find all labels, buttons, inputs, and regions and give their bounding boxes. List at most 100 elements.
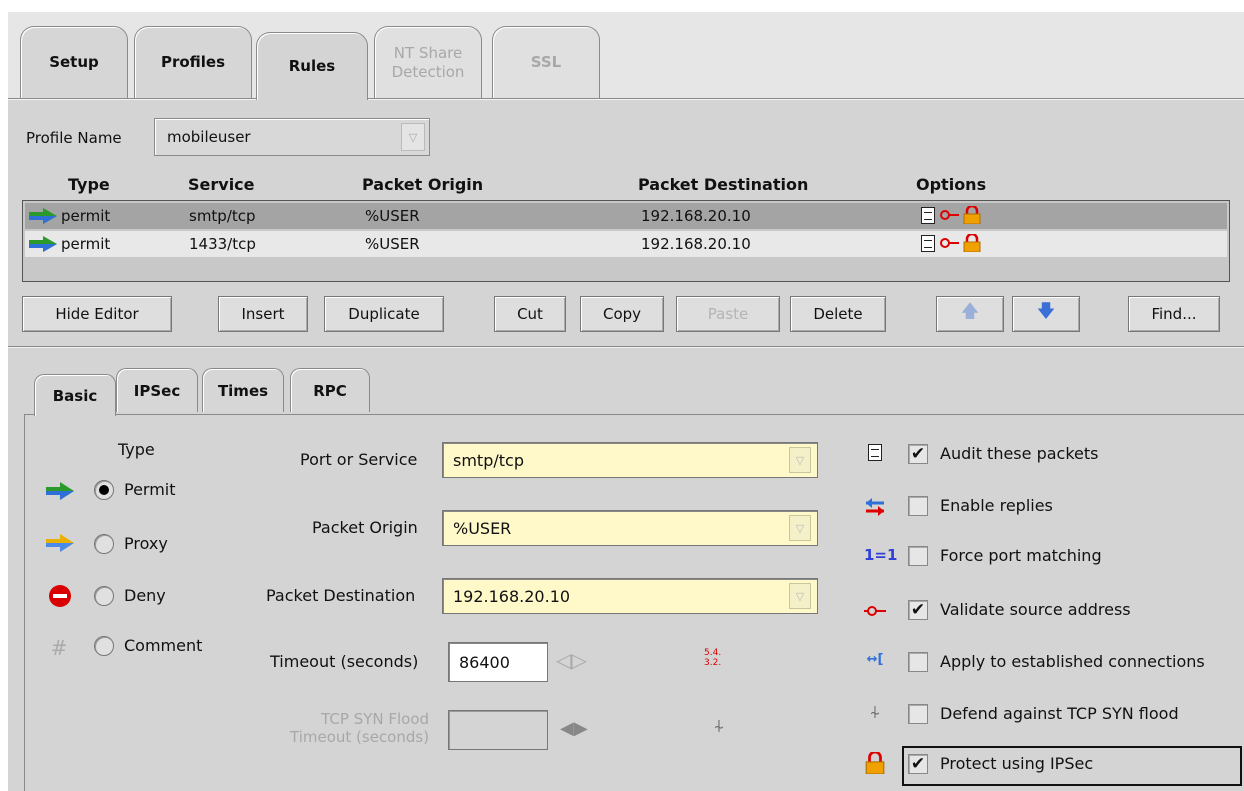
tab-label: Profiles <box>160 53 226 71</box>
permit-arrow-icon <box>29 208 57 224</box>
tab-setup[interactable]: Setup <box>20 26 128 98</box>
validate-source-checkbox[interactable]: ✔ <box>908 600 928 620</box>
arrow-down-icon: 🡇 <box>1036 301 1056 322</box>
packet-origin-input[interactable]: %USER ▽ <box>442 510 818 546</box>
paste-button[interactable]: Paste <box>676 296 780 332</box>
chevron-down-icon[interactable]: ▽ <box>401 123 425 151</box>
cell-options <box>921 234 981 252</box>
port-match-icon: 1=1 <box>864 546 898 564</box>
validate-pin-icon <box>864 606 886 616</box>
table-row[interactable]: permit smtp/tcp %USER 192.168.20.10 <box>25 203 1227 229</box>
packet-destination-input[interactable]: 192.168.20.10 ▽ <box>442 578 818 614</box>
tab-nt-share-detection[interactable]: NT Share Detection <box>374 26 482 98</box>
profile-name-value: mobileuser <box>167 128 251 146</box>
force-port-matching-label: Force port matching <box>940 546 1102 565</box>
column-header-type[interactable]: Type <box>68 175 110 194</box>
editor-divider <box>8 346 1244 348</box>
tab-label-line2: Detection <box>391 62 465 81</box>
deny-icon <box>49 585 71 607</box>
cell-service: 1433/tcp <box>189 235 256 253</box>
cell-type: permit <box>61 207 111 225</box>
syn-timeout-input[interactable] <box>448 710 548 750</box>
packet-origin-value: %USER <box>453 518 512 538</box>
tab-label: Setup <box>49 53 99 71</box>
packet-destination-value: 192.168.20.10 <box>453 586 571 606</box>
syn-timeout-stepper[interactable]: ◀▶ <box>560 718 588 739</box>
bidirectional-arrows-icon <box>866 498 884 516</box>
defend-syn-flood-checkbox[interactable] <box>908 704 928 724</box>
apply-established-checkbox[interactable] <box>908 652 928 672</box>
validate-pin-icon <box>940 210 959 220</box>
move-down-button[interactable]: 🡇 <box>1012 296 1080 332</box>
delete-button[interactable]: Delete <box>790 296 886 332</box>
packet-origin-label: Packet Origin <box>312 518 418 537</box>
comment-hash-icon: # <box>50 636 68 660</box>
tab-rules[interactable]: Rules <box>256 32 368 100</box>
protect-ipsec-label: Protect using IPSec <box>940 754 1094 773</box>
packet-destination-label: Packet Destination <box>266 586 416 605</box>
rules-table: permit smtp/tcp %USER 192.168.20.10 perm… <box>22 200 1230 282</box>
document-icon <box>921 234 935 252</box>
tab-profiles[interactable]: Profiles <box>134 26 252 98</box>
syn-flood-icon: ⍭ <box>869 702 881 723</box>
insert-button[interactable]: Insert <box>218 296 308 332</box>
port-service-label: Port or Service <box>300 450 418 469</box>
version-badge: 5.4. 3.2. <box>704 648 722 668</box>
cell-origin: %USER <box>365 235 420 253</box>
radio-proxy[interactable] <box>94 534 114 554</box>
cell-destination: 192.168.20.10 <box>641 207 751 225</box>
column-header-packet-destination[interactable]: Packet Destination <box>638 175 808 194</box>
timeout-value: 86400 <box>459 652 510 672</box>
profile-name-select[interactable]: mobileuser ▽ <box>154 118 430 156</box>
table-row[interactable]: permit 1433/tcp %USER 192.168.20.10 <box>25 231 1227 257</box>
tab-basic[interactable]: Basic <box>34 374 116 416</box>
radio-deny-label: Deny <box>124 586 166 605</box>
tab-ipsec[interactable]: IPSec <box>116 368 198 412</box>
arrow-up-icon: 🡅 <box>960 301 980 322</box>
timeout-label: Timeout (seconds) <box>270 652 419 671</box>
copy-button[interactable]: Copy <box>580 296 664 332</box>
hide-editor-button[interactable]: Hide Editor <box>22 296 172 332</box>
validate-source-label: Validate source address <box>940 600 1131 619</box>
column-header-packet-origin[interactable]: Packet Origin <box>362 175 483 194</box>
column-header-options[interactable]: Options <box>916 175 986 194</box>
syn-timeout-label-line2: Timeout (seconds) <box>290 728 430 746</box>
apply-established-label: Apply to established connections <box>940 652 1205 671</box>
tab-rpc[interactable]: RPC <box>290 368 370 412</box>
defend-syn-flood-label: Defend against TCP SYN flood <box>940 704 1179 723</box>
timeout-stepper[interactable]: ◁▷ <box>556 648 587 672</box>
tab-ssl[interactable]: SSL <box>492 26 600 98</box>
tab-times[interactable]: Times <box>202 368 284 412</box>
tab-label: Rules <box>288 57 336 75</box>
duplicate-button[interactable]: Duplicate <box>324 296 444 332</box>
type-group-title: Type <box>118 440 155 459</box>
protect-ipsec-checkbox[interactable]: ✔ <box>908 754 928 774</box>
lock-icon <box>963 234 981 252</box>
tab-divider <box>8 98 1244 100</box>
move-up-button[interactable]: 🡅 <box>936 296 1004 332</box>
radio-permit-label: Permit <box>124 480 176 499</box>
audit-packets-checkbox[interactable]: ✔ <box>908 444 928 464</box>
document-icon <box>864 444 886 466</box>
syn-flood-icon: ⍭ <box>713 716 725 737</box>
radio-permit[interactable] <box>94 480 114 500</box>
chevron-down-icon[interactable]: ▽ <box>789 583 811 609</box>
radio-deny[interactable] <box>94 586 114 606</box>
port-service-input[interactable]: smtp/tcp ▽ <box>442 442 818 478</box>
permit-arrow-icon <box>46 482 74 500</box>
radio-comment[interactable] <box>94 636 114 656</box>
tab-label-line1: NT Share <box>393 43 463 62</box>
cell-service: smtp/tcp <box>189 207 256 225</box>
chevron-down-icon[interactable]: ▽ <box>789 447 811 473</box>
timeout-input[interactable]: 86400 <box>448 642 548 682</box>
tab-label: SSL <box>530 53 562 71</box>
syn-timeout-label-line1: TCP SYN Flood <box>321 710 430 728</box>
chevron-down-icon[interactable]: ▽ <box>789 515 811 541</box>
cut-button[interactable]: Cut <box>494 296 566 332</box>
find-button[interactable]: Find... <box>1128 296 1220 332</box>
top-tab-bar: Setup Profiles Rules NT Share Detection S… <box>8 12 1244 100</box>
syn-timeout-label: TCP SYN Flood Timeout (seconds) <box>290 710 429 746</box>
enable-replies-checkbox[interactable] <box>908 496 928 516</box>
force-port-matching-checkbox[interactable] <box>908 546 928 566</box>
column-header-service[interactable]: Service <box>188 175 255 194</box>
